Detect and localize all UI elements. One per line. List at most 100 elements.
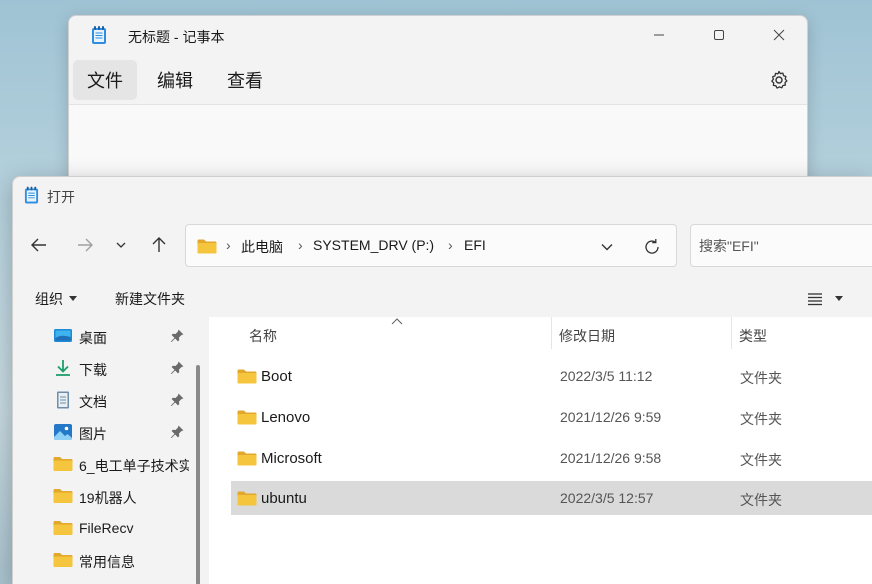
- sidebar-item-folder-3[interactable]: FileRecv: [13, 512, 193, 544]
- folder-icon: [237, 491, 257, 506]
- breadcrumb-separator: ›: [226, 237, 231, 253]
- pin-icon[interactable]: [169, 360, 185, 376]
- refresh-icon: [645, 239, 659, 254]
- minimize-icon: [654, 34, 664, 36]
- menu-file[interactable]: 文件: [73, 60, 137, 100]
- folder-icon: [237, 451, 257, 466]
- address-bar[interactable]: › 此电脑 › SYSTEM_DRV (P:) › EFI: [185, 224, 677, 267]
- picture-icon: [54, 424, 72, 440]
- file-name: Lenovo: [261, 409, 311, 426]
- sidebar-item-folder-2[interactable]: 19机器人: [13, 480, 193, 512]
- breadcrumb-drive[interactable]: SYSTEM_DRV (P:): [313, 237, 434, 253]
- column-divider[interactable]: [551, 317, 552, 349]
- sidebar-item-label: 6_电工单子技术实: [79, 458, 189, 474]
- document-icon: [57, 391, 69, 409]
- sidebar-item-folder-1[interactable]: 6_电工单子技术实: [13, 448, 193, 480]
- download-icon: [56, 360, 70, 376]
- pin-icon[interactable]: [169, 424, 185, 440]
- breadcrumb-this-pc[interactable]: 此电脑: [241, 237, 283, 257]
- close-button[interactable]: [751, 16, 807, 54]
- chevron-down-icon: [601, 244, 613, 251]
- sidebar-item-documents[interactable]: 文档: [13, 384, 193, 416]
- breadcrumb-separator: ›: [448, 237, 453, 253]
- arrow-up-icon: [152, 237, 166, 252]
- folder-icon: [197, 239, 217, 254]
- caret-down-icon: [835, 296, 843, 301]
- sidebar-item-label: 常用信息: [79, 554, 135, 570]
- up-button[interactable]: [143, 229, 175, 261]
- file-row[interactable]: Boot 2022/3/5 11:12 文件夹: [231, 359, 872, 393]
- file-name: Boot: [261, 368, 292, 385]
- navigation-pane: 桌面 下载 文档 图片 6_电工单子技术实 19机器人 FileRecv 常用信…: [13, 317, 209, 584]
- sidebar-item-folder-4[interactable]: 常用信息: [13, 544, 193, 576]
- menu-view[interactable]: 查看: [213, 60, 277, 100]
- file-row-selected[interactable]: ubuntu 2022/3/5 12:57 文件夹: [231, 481, 872, 515]
- folder-icon: [53, 553, 73, 567]
- sidebar-item-label: FileRecv: [79, 520, 134, 536]
- minimize-button[interactable]: [631, 16, 687, 54]
- column-header-type[interactable]: 类型: [739, 326, 767, 358]
- breadcrumb-efi[interactable]: EFI: [464, 237, 486, 253]
- maximize-icon: [714, 30, 724, 40]
- file-date: 2022/3/5 12:57: [560, 490, 654, 506]
- arrow-left-icon: [31, 238, 46, 252]
- breadcrumb-separator: ›: [298, 237, 303, 253]
- command-bar: 组织 新建文件夹: [13, 281, 872, 317]
- column-header-name[interactable]: 名称: [249, 326, 277, 358]
- open-file-dialog: 打开 › 此电脑 › SYSTEM_DRV (P:) › EFI 搜索"EFI"…: [12, 176, 872, 584]
- close-icon: [773, 29, 785, 41]
- sidebar-item-desktop[interactable]: 桌面: [13, 320, 193, 352]
- arrow-right-icon: [78, 238, 93, 252]
- refresh-button[interactable]: [640, 235, 664, 259]
- folder-icon: [237, 369, 257, 384]
- menu-edit[interactable]: 编辑: [143, 60, 207, 100]
- sidebar-item-label: 19机器人: [79, 490, 137, 506]
- view-options-dropdown[interactable]: [831, 287, 847, 311]
- search-box[interactable]: [690, 224, 872, 267]
- notepad-icon: [92, 26, 106, 44]
- notepad-icon: [24, 186, 39, 204]
- column-header-date[interactable]: 修改日期: [559, 326, 615, 358]
- folder-icon: [53, 489, 73, 503]
- address-dropdown-button[interactable]: [596, 236, 618, 258]
- folder-icon: [53, 457, 73, 471]
- menu-bar: 文件 编辑 查看: [69, 58, 807, 102]
- file-date: 2022/3/5 11:12: [560, 368, 653, 384]
- view-details-button[interactable]: [803, 287, 827, 311]
- maximize-button[interactable]: [691, 16, 747, 54]
- desktop-icon: [54, 329, 72, 342]
- file-date: 2021/12/26 9:58: [560, 450, 662, 466]
- file-name: ubuntu: [261, 490, 307, 507]
- folder-icon: [237, 410, 257, 425]
- window-title: 无标题 - 记事本: [128, 29, 225, 45]
- new-folder-button[interactable]: 新建文件夹: [115, 289, 185, 309]
- caret-down-icon: [69, 296, 77, 301]
- sidebar-scrollbar-thumb[interactable]: [196, 365, 200, 584]
- gear-icon[interactable]: [767, 68, 791, 92]
- sidebar-item-pictures[interactable]: 图片: [13, 416, 193, 448]
- organize-button[interactable]: 组织: [35, 289, 77, 309]
- file-type: 文件夹: [740, 452, 782, 468]
- file-row[interactable]: Microsoft 2021/12/26 9:58 文件夹: [231, 441, 872, 475]
- sort-ascending-icon: [391, 318, 403, 325]
- new-folder-label: 新建文件夹: [115, 291, 185, 307]
- pin-icon[interactable]: [169, 328, 185, 344]
- chevron-down-icon: [116, 242, 126, 248]
- organize-label: 组织: [35, 291, 63, 307]
- search-input[interactable]: [699, 235, 872, 257]
- file-type: 文件夹: [740, 492, 782, 508]
- notepad-titlebar[interactable]: 无标题 - 记事本: [69, 16, 807, 54]
- file-row[interactable]: Lenovo 2021/12/26 9:59 文件夹: [231, 400, 872, 434]
- forward-button[interactable]: [69, 229, 101, 261]
- list-view-icon: [808, 293, 822, 306]
- column-divider[interactable]: [731, 317, 732, 349]
- file-date: 2021/12/26 9:59: [560, 409, 662, 425]
- dialog-title: 打开: [47, 189, 75, 205]
- back-button[interactable]: [23, 229, 55, 261]
- sidebar-item-downloads[interactable]: 下载: [13, 352, 193, 384]
- recent-locations-button[interactable]: [109, 229, 133, 261]
- file-list: 名称 修改日期 类型 Boot 2022/3/5 11:12 文件夹 Lenov…: [209, 317, 872, 584]
- folder-icon: [53, 521, 73, 535]
- pin-icon[interactable]: [169, 392, 185, 408]
- file-type: 文件夹: [740, 411, 782, 427]
